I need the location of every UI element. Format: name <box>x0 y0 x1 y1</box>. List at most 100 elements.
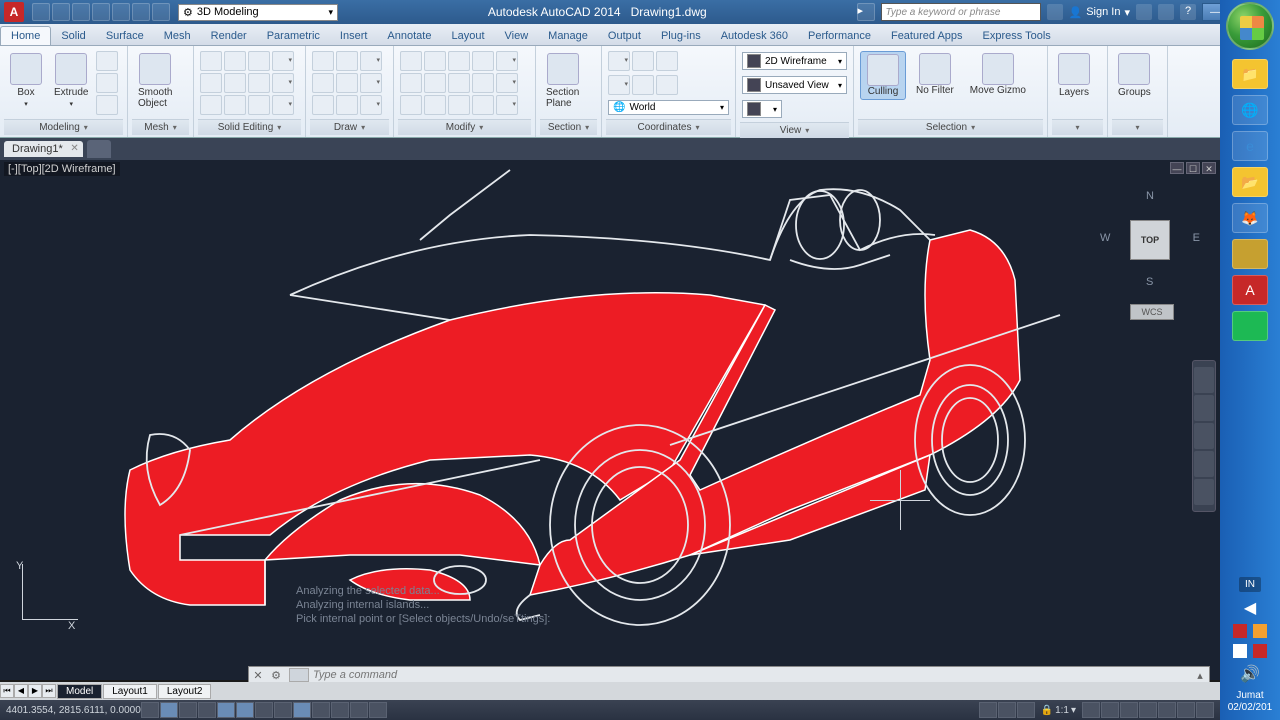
taper-icon[interactable] <box>224 95 246 115</box>
scale-icon[interactable] <box>424 95 446 115</box>
tab-express-tools[interactable]: Express Tools <box>973 27 1061 45</box>
layout-next-icon[interactable]: ▶ <box>28 684 42 698</box>
hardware-accel-icon[interactable] <box>1158 702 1176 718</box>
new-tab-button[interactable] <box>87 140 111 158</box>
layout-tab-2[interactable]: Layout2 <box>158 684 212 699</box>
culling-button[interactable]: Culling <box>860 51 906 100</box>
ucs-z-icon[interactable] <box>632 75 654 95</box>
qp-icon[interactable] <box>350 702 368 718</box>
align-icon[interactable] <box>448 95 470 115</box>
tray-expand-icon[interactable]: ◀ <box>1244 598 1256 618</box>
quick-view-layouts-icon[interactable] <box>998 702 1016 718</box>
viewcube-west[interactable]: W <box>1100 232 1110 244</box>
layout-prev-icon[interactable]: ◀ <box>14 684 28 698</box>
viewcube-south[interactable]: S <box>1146 276 1153 288</box>
tab-annotate[interactable]: Annotate <box>377 27 441 45</box>
tab-performance[interactable]: Performance <box>798 27 881 45</box>
viewcube-east[interactable]: E <box>1193 232 1200 244</box>
stretch-icon[interactable] <box>400 95 422 115</box>
tray-shield-icon[interactable] <box>1253 624 1267 638</box>
imprint-icon[interactable] <box>248 73 270 93</box>
clean-screen-icon[interactable] <box>1196 702 1214 718</box>
qat-undo-icon[interactable] <box>132 3 150 21</box>
groups-button[interactable]: Groups <box>1114 51 1155 100</box>
tpy-icon[interactable] <box>331 702 349 718</box>
task-ie-icon[interactable]: e <box>1232 131 1268 161</box>
array-icon[interactable] <box>496 73 518 93</box>
move-icon[interactable] <box>400 51 422 71</box>
3dosnap-icon[interactable] <box>236 702 254 718</box>
toolbar-lock-icon[interactable] <box>1139 702 1157 718</box>
exchange-icon[interactable] <box>1136 4 1152 20</box>
snap-icon[interactable] <box>141 702 159 718</box>
visual-style-combo[interactable]: 2D Wireframe <box>742 52 847 70</box>
tab-view[interactable]: View <box>495 27 539 45</box>
3dalign-icon[interactable] <box>472 95 494 115</box>
task-spotify-icon[interactable] <box>1232 311 1268 341</box>
full-nav-wheel-icon[interactable] <box>1194 367 1214 393</box>
tray-app-icon[interactable] <box>1253 644 1267 658</box>
panel-label-mesh[interactable]: Mesh <box>132 119 189 135</box>
polyline-icon[interactable] <box>336 51 358 71</box>
extrude-face-icon[interactable] <box>248 95 270 115</box>
otrack-icon[interactable] <box>255 702 273 718</box>
helix-icon[interactable] <box>360 95 382 115</box>
union-icon[interactable] <box>200 51 222 71</box>
copy-icon[interactable] <box>400 73 422 93</box>
layout-first-icon[interactable]: ⏮ <box>0 684 14 698</box>
panel-label-modeling[interactable]: Modeling <box>4 119 123 135</box>
trim-icon[interactable] <box>448 51 470 71</box>
mirror-icon[interactable] <box>424 73 446 93</box>
grid-icon[interactable] <box>160 702 178 718</box>
taskbar-clock[interactable]: Jumat 02/02/201 <box>1228 690 1273 714</box>
panel-label-solid-editing[interactable]: Solid Editing <box>198 119 301 135</box>
pan-icon[interactable] <box>1194 395 1214 421</box>
ucs-combo[interactable]: 🌐World <box>608 100 729 115</box>
help-search-input[interactable]: Type a keyword or phrase <box>881 3 1041 21</box>
panel-label-groups[interactable] <box>1112 119 1163 135</box>
task-autocad-icon[interactable]: A <box>1232 275 1268 305</box>
tab-output[interactable]: Output <box>598 27 651 45</box>
qat-redo-icon[interactable] <box>152 3 170 21</box>
rectangle-icon[interactable] <box>336 73 358 93</box>
ducs-icon[interactable] <box>274 702 292 718</box>
isolate-icon[interactable] <box>1177 702 1195 718</box>
tab-home[interactable]: Home <box>0 26 51 45</box>
close-tab-icon[interactable]: ✕ <box>70 143 78 154</box>
ucs-icon-btn[interactable] <box>608 51 630 71</box>
intersect-icon[interactable] <box>248 51 270 71</box>
ucs-x-icon[interactable] <box>632 51 654 71</box>
showmotion-icon[interactable] <box>1194 479 1214 505</box>
cmd-options-icon[interactable]: ⚙ <box>267 669 285 682</box>
viewcube-north[interactable]: N <box>1146 190 1154 202</box>
sc-icon[interactable] <box>369 702 387 718</box>
erase-icon[interactable] <box>472 51 494 71</box>
arc-icon[interactable] <box>312 73 334 93</box>
model-space-icon[interactable] <box>979 702 997 718</box>
revolve-icon[interactable] <box>96 51 118 71</box>
loft-icon[interactable] <box>96 73 118 93</box>
task-firefox-icon[interactable]: 🦊 <box>1232 203 1268 233</box>
start-button[interactable] <box>1226 2 1274 50</box>
panel-label-draw[interactable]: Draw <box>310 119 389 135</box>
tab-solid[interactable]: Solid <box>51 27 95 45</box>
shell-icon[interactable] <box>200 95 222 115</box>
osnap-icon[interactable] <box>217 702 235 718</box>
tray-network-icon[interactable] <box>1233 644 1247 658</box>
anno-visibility-icon[interactable] <box>1082 702 1100 718</box>
layout-tab-1[interactable]: Layout1 <box>103 684 157 699</box>
qat-open-icon[interactable] <box>52 3 70 21</box>
qat-saveas-icon[interactable] <box>92 3 110 21</box>
panel-label-coordinates[interactable]: Coordinates <box>606 119 731 135</box>
extrude-button[interactable]: Extrude▾ <box>50 51 92 110</box>
panel-label-modify[interactable]: Modify <box>398 119 531 135</box>
move-gizmo-button[interactable]: Move Gizmo <box>964 51 1032 98</box>
qat-save-icon[interactable] <box>72 3 90 21</box>
3drotate-icon[interactable] <box>496 95 518 115</box>
workspace-selector[interactable]: ⚙ 3D Modeling <box>178 4 338 21</box>
task-explorer-icon[interactable]: 📁 <box>1232 59 1268 89</box>
viewcube-top-face[interactable]: TOP <box>1130 220 1170 260</box>
offset-face-icon[interactable] <box>272 95 294 115</box>
dyn-icon[interactable] <box>293 702 311 718</box>
panel-label-selection[interactable]: Selection <box>858 119 1043 135</box>
